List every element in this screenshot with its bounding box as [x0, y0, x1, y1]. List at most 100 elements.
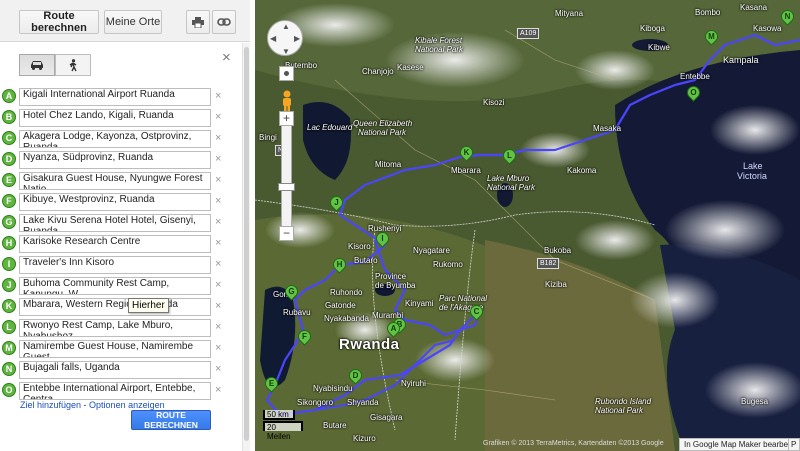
waypoint-marker-icon[interactable]: I: [2, 257, 16, 271]
road-shield: B182: [537, 258, 560, 269]
remove-waypoint-icon[interactable]: ×: [215, 195, 223, 207]
zoom-in-button[interactable]: +: [279, 111, 294, 126]
remove-waypoint-icon[interactable]: ×: [215, 174, 223, 186]
waypoint-marker-icon[interactable]: M: [2, 341, 16, 355]
pan-right-icon[interactable]: ▶: [294, 34, 300, 43]
remove-waypoint-icon[interactable]: ×: [215, 90, 223, 102]
map-maker-link[interactable]: In Google Map Maker bearbeiten: [679, 438, 800, 451]
route-marker-letter: C: [473, 307, 480, 316]
zoom-slider-track[interactable]: [281, 113, 292, 233]
my-location-button[interactable]: [279, 66, 294, 81]
street-view-pegman-icon[interactable]: [280, 90, 294, 112]
map-label: Lac Edouard: [307, 123, 353, 132]
remove-waypoint-icon[interactable]: ×: [215, 279, 223, 291]
waypoint-marker-icon[interactable]: K: [2, 299, 16, 313]
remove-waypoint-icon[interactable]: ×: [215, 363, 223, 375]
waypoint-input[interactable]: Traveler's Inn Kisoro: [19, 256, 211, 274]
waypoint-marker-icon[interactable]: B: [2, 110, 16, 124]
waypoint-marker-icon[interactable]: A: [2, 89, 16, 103]
my-places-button[interactable]: Meine Orte: [104, 10, 162, 34]
map-label: Rubondo Island: [595, 397, 652, 406]
waypoint-marker-icon[interactable]: J: [2, 278, 16, 292]
waypoint-marker-icon[interactable]: H: [2, 236, 16, 250]
zoom-out-button[interactable]: −: [279, 226, 294, 241]
remove-waypoint-icon[interactable]: ×: [215, 300, 223, 312]
car-icon: [31, 61, 43, 70]
waypoint-input[interactable]: Karisoke Research Centre: [19, 235, 211, 253]
map-label: Gisagara: [370, 413, 403, 422]
waypoint-marker-icon[interactable]: N: [2, 362, 16, 376]
remove-waypoint-icon[interactable]: ×: [215, 153, 223, 165]
waypoint-input[interactable]: Akagera Lodge, Kayonza, Ostprovinz, Ruan…: [19, 130, 211, 148]
waypoint-input[interactable]: Kigali International Airport Ruanda: [19, 88, 211, 106]
remove-waypoint-icon[interactable]: ×: [215, 132, 223, 144]
route-marker-letter: N: [784, 12, 791, 21]
waypoint-input[interactable]: Lake Kivu Serena Hotel Hotel, Gisenyi, R…: [19, 214, 211, 232]
waypoint-input[interactable]: Kibuye, Westprovinz, Ruanda: [19, 193, 211, 211]
map-label: Lake Mburo: [487, 174, 530, 183]
waypoint-input[interactable]: Bujagali falls, Uganda: [19, 361, 211, 379]
waypoint-marker-icon[interactable]: L: [2, 320, 16, 334]
scrollbar-thumb[interactable]: [244, 47, 249, 441]
map-view[interactable]: Butembo Kasese Kibale Forest National Pa…: [255, 0, 800, 451]
link-button[interactable]: [212, 10, 236, 34]
calculate-route-button[interactable]: ROUTE BERECHNEN: [131, 410, 211, 430]
map-label: Bugesa: [741, 397, 769, 406]
map-label: Sikongoro: [297, 398, 334, 407]
remove-waypoint-icon[interactable]: ×: [215, 237, 223, 249]
mode-walk-button[interactable]: [55, 54, 91, 76]
route-marker-letter: L: [507, 151, 512, 160]
waypoint-marker-icon[interactable]: G: [2, 215, 16, 229]
map-label: Nyakabanda: [324, 314, 369, 323]
map-label: National Park: [487, 183, 536, 192]
zoom-slider-handle[interactable]: [278, 183, 295, 191]
map-label: Kakoma: [567, 166, 597, 175]
map-label: Nyiruhi: [401, 379, 426, 388]
map-label: Queen Elizabeth: [353, 119, 413, 128]
remove-waypoint-icon[interactable]: ×: [215, 111, 223, 123]
map-label: Kinyami: [405, 299, 434, 308]
panel-scrollbar[interactable]: [242, 43, 250, 451]
waypoint-row: J Buhoma Community Rest Camp, Kanungu, W ×: [0, 275, 240, 296]
waypoint-input[interactable]: Buhoma Community Rest Camp, Kanungu, W: [19, 277, 211, 295]
waypoint-row: D Nyanza, Südprovinz, Ruanda ×: [0, 149, 240, 170]
waypoint-input[interactable]: Hotel Chez Lando, Kigali, Ruanda: [19, 109, 211, 127]
map-maker-extra[interactable]: P: [788, 438, 800, 451]
waypoint-input[interactable]: Namirembe Guest House, Namirembe Guest: [19, 340, 211, 358]
pan-left-icon[interactable]: ◀: [270, 34, 276, 43]
print-button[interactable]: [186, 10, 210, 34]
waypoint-row: C Akagera Lodge, Kayonza, Ostprovinz, Rua…: [0, 128, 240, 149]
country-label-rwanda: Rwanda: [339, 336, 400, 353]
route-marker-letter: O: [690, 88, 697, 97]
waypoint-marker-icon[interactable]: C: [2, 131, 16, 145]
close-icon[interactable]: ×: [222, 50, 234, 65]
waypoint-marker-icon[interactable]: D: [2, 152, 16, 166]
map-label: Kasana: [740, 3, 768, 12]
map-label: Bombo: [695, 8, 721, 17]
mode-car-button[interactable]: [19, 54, 55, 76]
remove-waypoint-icon[interactable]: ×: [215, 342, 223, 354]
road-shield: A109: [517, 28, 540, 39]
map-label: Kasowa: [753, 24, 782, 33]
map-label: Kisoro: [348, 242, 371, 251]
route-tab-button[interactable]: Route berechnen: [19, 10, 99, 34]
waypoint-input[interactable]: Nyanza, Südprovinz, Ruanda: [19, 151, 211, 169]
pan-down-icon[interactable]: ▼: [282, 47, 290, 56]
remove-waypoint-icon[interactable]: ×: [215, 258, 223, 270]
waypoint-input[interactable]: Entebbe International Airport, Entebbe, …: [19, 382, 211, 400]
waypoint-marker-icon[interactable]: O: [2, 383, 16, 397]
waypoint-input[interactable]: Mbarara, Western Region, Uganda: [19, 298, 211, 316]
waypoint-marker-icon[interactable]: E: [2, 173, 16, 187]
map-label: Mityana: [555, 9, 584, 18]
remove-waypoint-icon[interactable]: ×: [215, 321, 223, 333]
show-options-link[interactable]: Optionen anzeigen: [89, 400, 165, 410]
pan-up-icon[interactable]: ▲: [282, 22, 290, 31]
pan-control[interactable]: ▲ ▼ ◀ ▶: [267, 20, 303, 56]
map-label: Chanjojo: [362, 67, 394, 76]
waypoint-marker-icon[interactable]: F: [2, 194, 16, 208]
waypoint-input[interactable]: Gisakura Guest House, Nyungwe Forest Nat…: [19, 172, 211, 190]
add-destination-link[interactable]: Ziel hinzufügen: [20, 400, 81, 410]
remove-waypoint-icon[interactable]: ×: [215, 216, 223, 228]
remove-waypoint-icon[interactable]: ×: [215, 384, 223, 396]
waypoint-input[interactable]: Rwonyo Rest Camp, Lake Mburo, Nyabushoz: [19, 319, 211, 337]
